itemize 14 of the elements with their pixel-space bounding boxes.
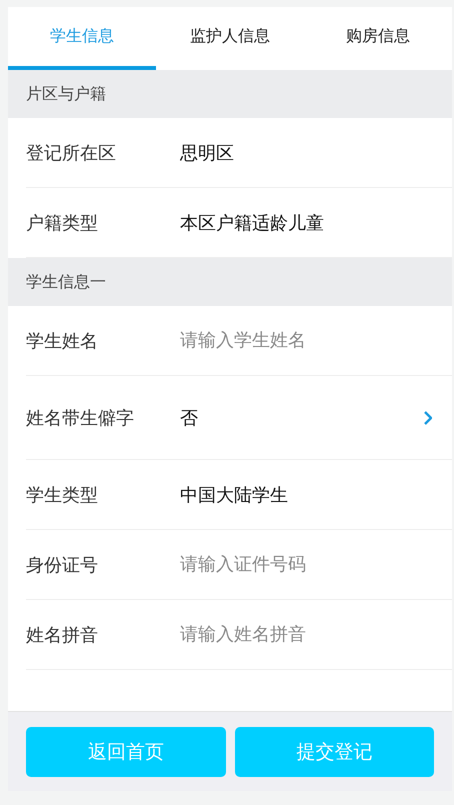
field-label: 身份证号 (26, 554, 99, 576)
field-value: 本区户籍适龄儿童 (180, 212, 325, 234)
field-label: 登记所在区 (26, 142, 117, 164)
field-label: 姓名带生僻字 (26, 406, 135, 430)
section-header: 片区与户籍 (8, 70, 452, 118)
chevron-right-icon[interactable] (424, 410, 432, 424)
field-label: 学生姓名 (26, 330, 99, 352)
select-value[interactable]: 否 (180, 406, 424, 430)
field-label: 姓名拼音 (26, 624, 99, 646)
section-header: 学生信息一 (8, 258, 452, 306)
field-value: 中国大陆学生 (180, 484, 289, 506)
field-label: 学生类型 (26, 484, 99, 506)
field-label: 户籍类型 (26, 212, 99, 234)
field-value: 思明区 (180, 142, 235, 164)
